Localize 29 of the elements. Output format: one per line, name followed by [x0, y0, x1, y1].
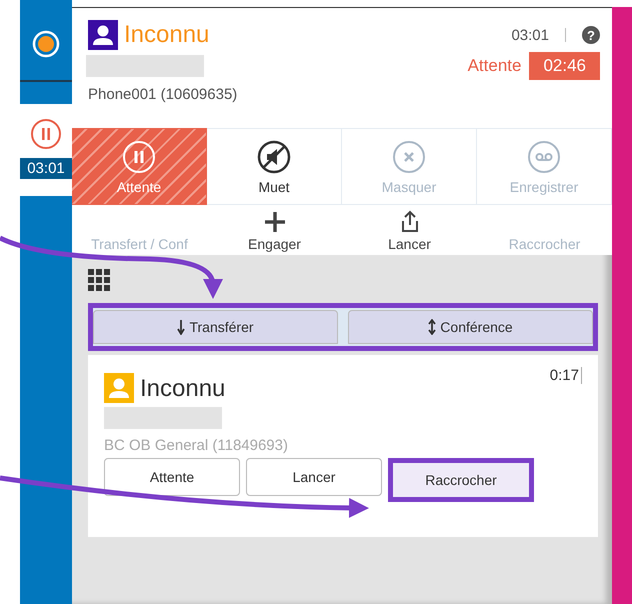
call-button[interactable]: Attente [104, 458, 240, 496]
caller-name: Inconnu [140, 375, 226, 403]
line-name: BC OB General (11849693) [104, 437, 289, 454]
pause-icon [121, 138, 157, 174]
hold-timer: 02:46 [529, 52, 600, 80]
dialpad-icon[interactable] [88, 269, 110, 291]
call-tab[interactable]: 03:01 [20, 104, 72, 196]
voicemail-icon [526, 138, 562, 174]
action-button[interactable]: Muet [207, 128, 342, 205]
person-icon [104, 373, 134, 403]
transfer-button[interactable]: Conférence [348, 310, 593, 344]
mute-icon [256, 138, 292, 174]
status-icon[interactable] [32, 30, 60, 58]
call-button[interactable]: Lancer [246, 458, 382, 496]
hold-status: Attente [468, 56, 522, 76]
up-down-arrow-icon [428, 319, 436, 335]
close-icon [391, 138, 427, 174]
plus-icon [262, 210, 286, 234]
elapsed-time: 03:01 [511, 26, 549, 44]
pause-icon [30, 118, 62, 150]
person-icon [88, 20, 118, 50]
line-name: Phone001 (10609635) [88, 86, 238, 103]
help-icon[interactable]: ? [582, 26, 600, 44]
caller-name: Inconnu [124, 21, 210, 49]
call-button[interactable]: Raccrocher [388, 458, 534, 502]
transfer-button[interactable]: Transférer [93, 310, 338, 344]
down-arrow-icon [177, 319, 186, 335]
call-timer: 0:17 [550, 367, 582, 384]
call-timer: 03:01 [20, 158, 72, 179]
